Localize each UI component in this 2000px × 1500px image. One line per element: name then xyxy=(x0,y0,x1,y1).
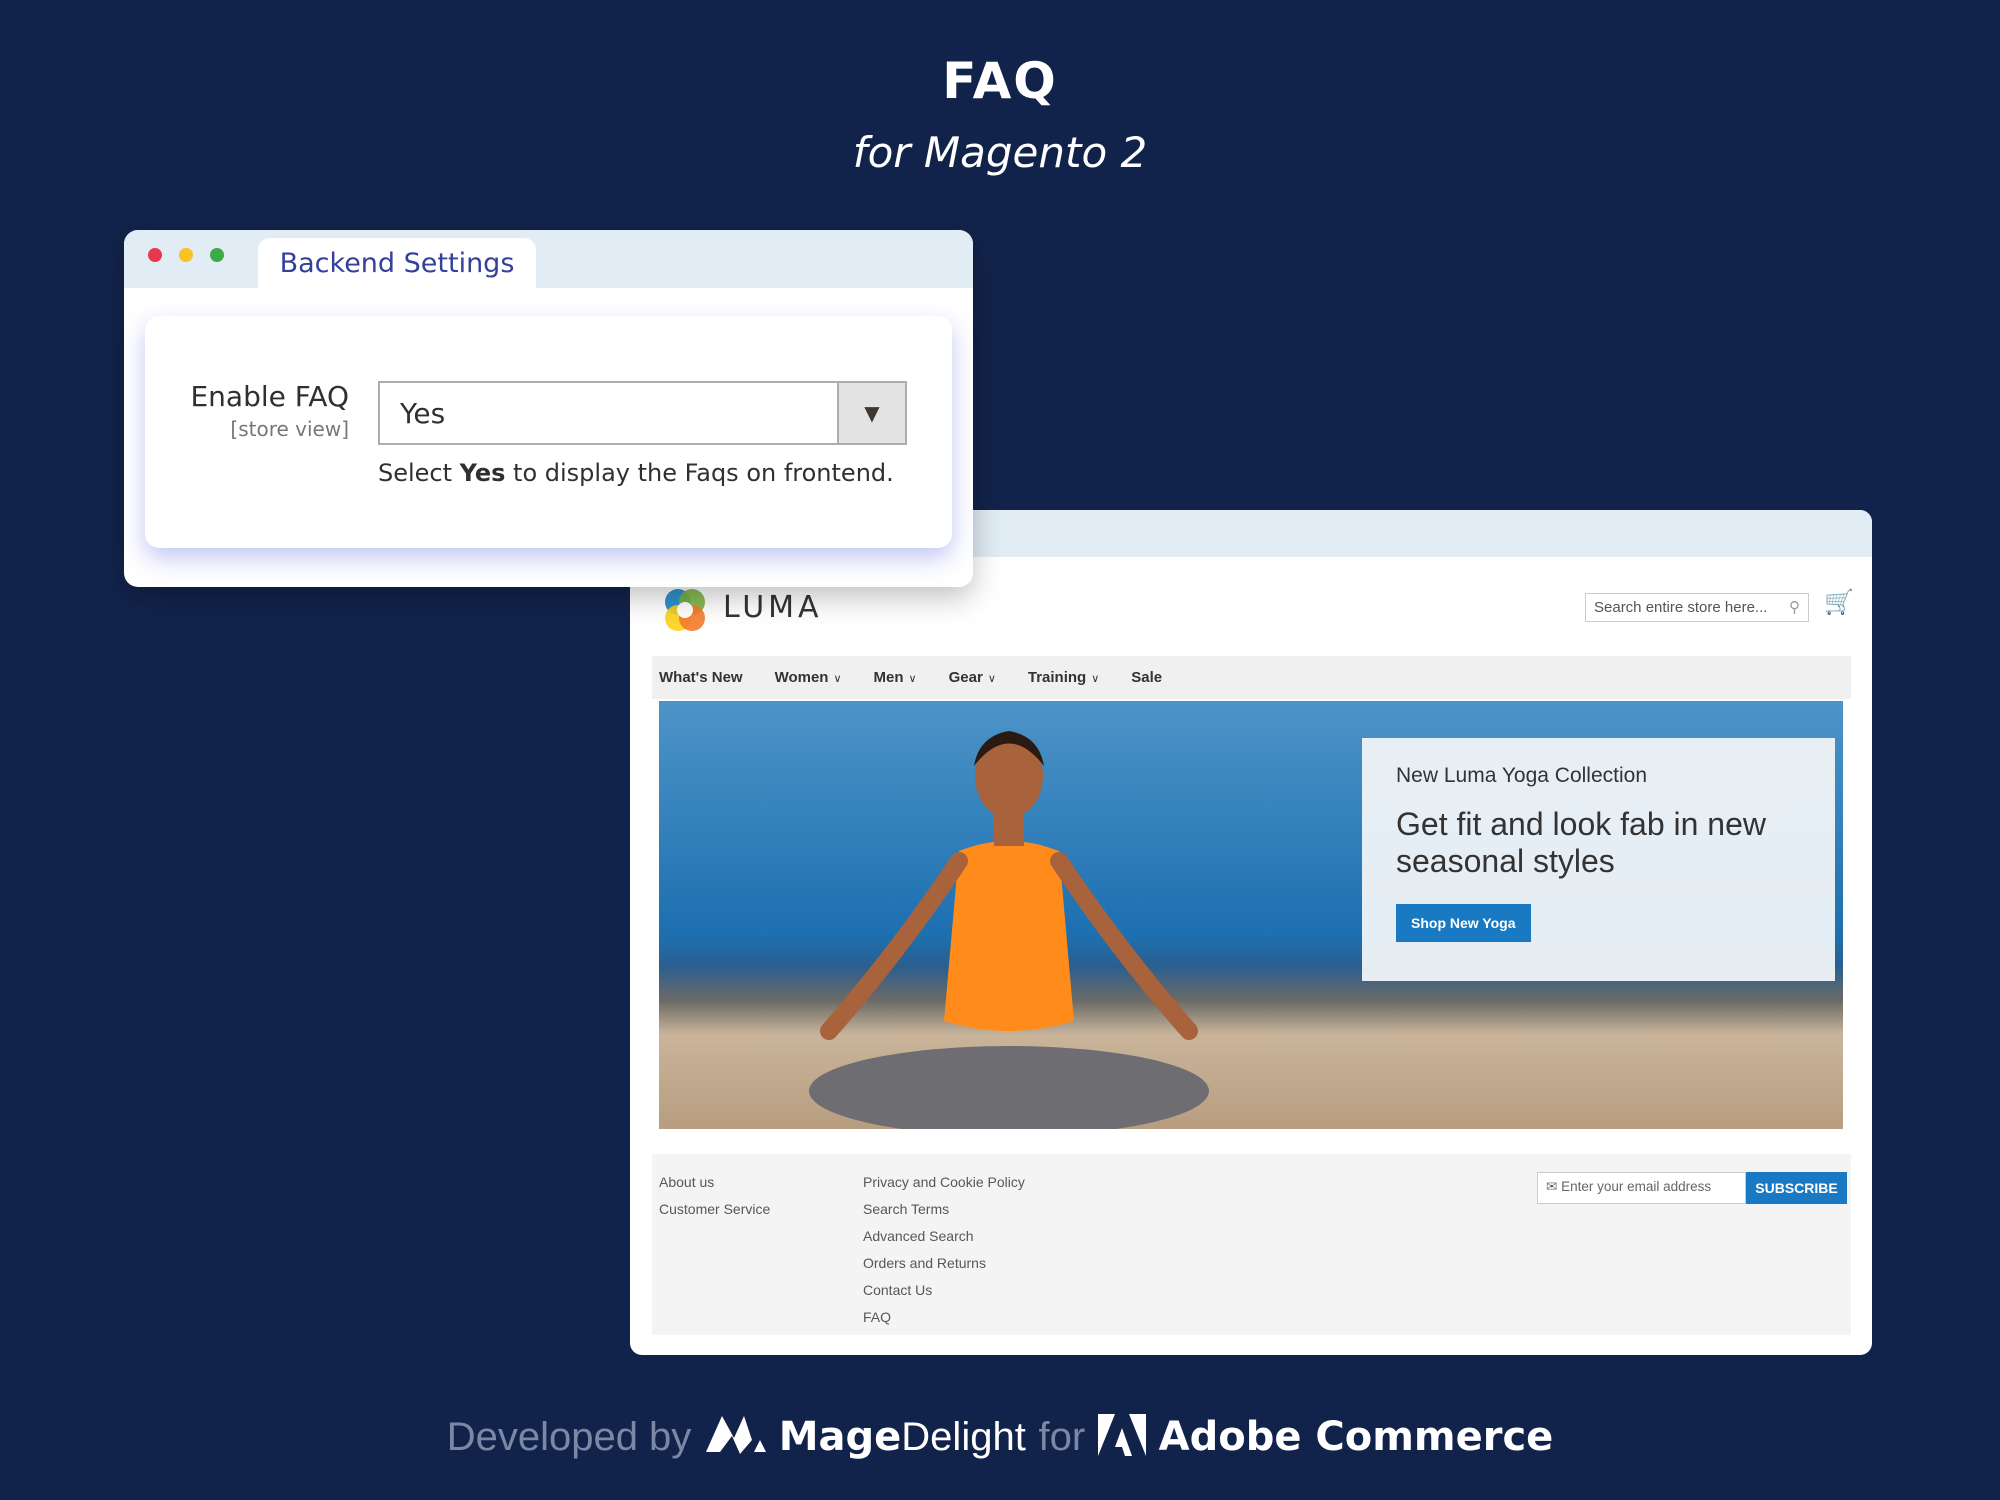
backend-window: Backend Settings Enable FAQ [store view]… xyxy=(124,230,973,587)
search-placeholder: Search entire store here... xyxy=(1594,599,1768,616)
footer: About us Customer Service Privacy and Co… xyxy=(652,1154,1851,1335)
hero-promo-box: New Luma Yoga Collection Get fit and loo… xyxy=(1362,738,1835,981)
footer-link-faq[interactable]: FAQ xyxy=(863,1309,891,1325)
enable-faq-select[interactable]: Yes ▼ xyxy=(378,381,907,445)
magedelight-logo-icon xyxy=(706,1416,767,1454)
chevron-down-icon: ∨ xyxy=(1091,673,1100,685)
logo-text: LUMA xyxy=(723,590,823,625)
nav-item-whats-new[interactable]: What's New xyxy=(659,669,743,686)
credit-line: Developed by MageDelight for Adobe Comme… xyxy=(446,1414,1554,1460)
window-titlebar xyxy=(124,230,973,288)
footer-link-about[interactable]: About us xyxy=(659,1174,714,1190)
subscribe-button[interactable]: SUBSCRIBE xyxy=(1746,1172,1847,1204)
minimize-dot-icon xyxy=(179,248,193,262)
hero-subtitle: New Luma Yoga Collection xyxy=(1396,764,1647,787)
shop-new-yoga-button[interactable]: Shop New Yoga xyxy=(1396,904,1531,942)
hero-banner: New Luma Yoga Collection Get fit and loo… xyxy=(659,701,1843,1129)
settings-card: Enable FAQ [store view] Yes ▼ Select Yes… xyxy=(145,316,952,548)
field-help-text: Select Yes to display the Faqs on fronte… xyxy=(378,459,894,487)
nav-item-training[interactable]: Training ∨ xyxy=(1028,669,1099,686)
page-subtitle: for Magento 2 xyxy=(852,128,1148,177)
nav-item-men[interactable]: Men ∨ xyxy=(874,669,917,686)
search-icon[interactable]: ⚲ xyxy=(1789,598,1800,616)
envelope-icon: ✉ xyxy=(1546,1179,1562,1194)
footer-link-search-terms[interactable]: Search Terms xyxy=(863,1201,949,1217)
adobe-logo-icon xyxy=(1097,1414,1146,1456)
footer-link-advanced-search[interactable]: Advanced Search xyxy=(863,1228,974,1244)
chevron-down-icon: ∨ xyxy=(908,673,917,685)
main-nav: What's New Women ∨ Men ∨ Gear ∨ Training ∨ S… xyxy=(652,656,1851,699)
nav-item-gear[interactable]: Gear ∨ xyxy=(949,669,996,686)
chevron-down-icon: ∨ xyxy=(833,673,842,685)
newsletter-email-input[interactable]: ✉ Enter your email address xyxy=(1537,1172,1746,1204)
footer-link-orders-returns[interactable]: Orders and Returns xyxy=(863,1255,986,1271)
scope-label: [store view] xyxy=(230,417,349,441)
close-dot-icon xyxy=(148,248,162,262)
yoga-woman-image xyxy=(809,731,1209,1129)
hero-headline: Get fit and look fab in new seasonal sty… xyxy=(1396,806,1766,879)
frontend-window: LUMA Search entire store here... ⚲ 🛒 What… xyxy=(630,510,1872,1355)
luma-logo-icon xyxy=(665,589,705,631)
footer-link-customer-service[interactable]: Customer Service xyxy=(659,1201,770,1217)
chevron-down-icon: ∨ xyxy=(987,673,996,685)
dropdown-arrow-icon[interactable]: ▼ xyxy=(837,383,905,443)
field-label: Enable FAQ [store view] xyxy=(190,380,349,441)
tab-backend-settings[interactable]: Backend Settings xyxy=(258,238,536,288)
footer-link-contact[interactable]: Contact Us xyxy=(863,1282,932,1298)
nav-item-sale[interactable]: Sale xyxy=(1131,669,1162,686)
nav-item-women[interactable]: Women ∨ xyxy=(775,669,842,686)
cart-icon[interactable]: 🛒 xyxy=(1824,588,1854,616)
page-title: FAQ xyxy=(942,52,1058,110)
search-input[interactable]: Search entire store here... ⚲ xyxy=(1585,593,1809,622)
maximize-dot-icon xyxy=(210,248,224,262)
footer-link-privacy[interactable]: Privacy and Cookie Policy xyxy=(863,1174,1025,1190)
